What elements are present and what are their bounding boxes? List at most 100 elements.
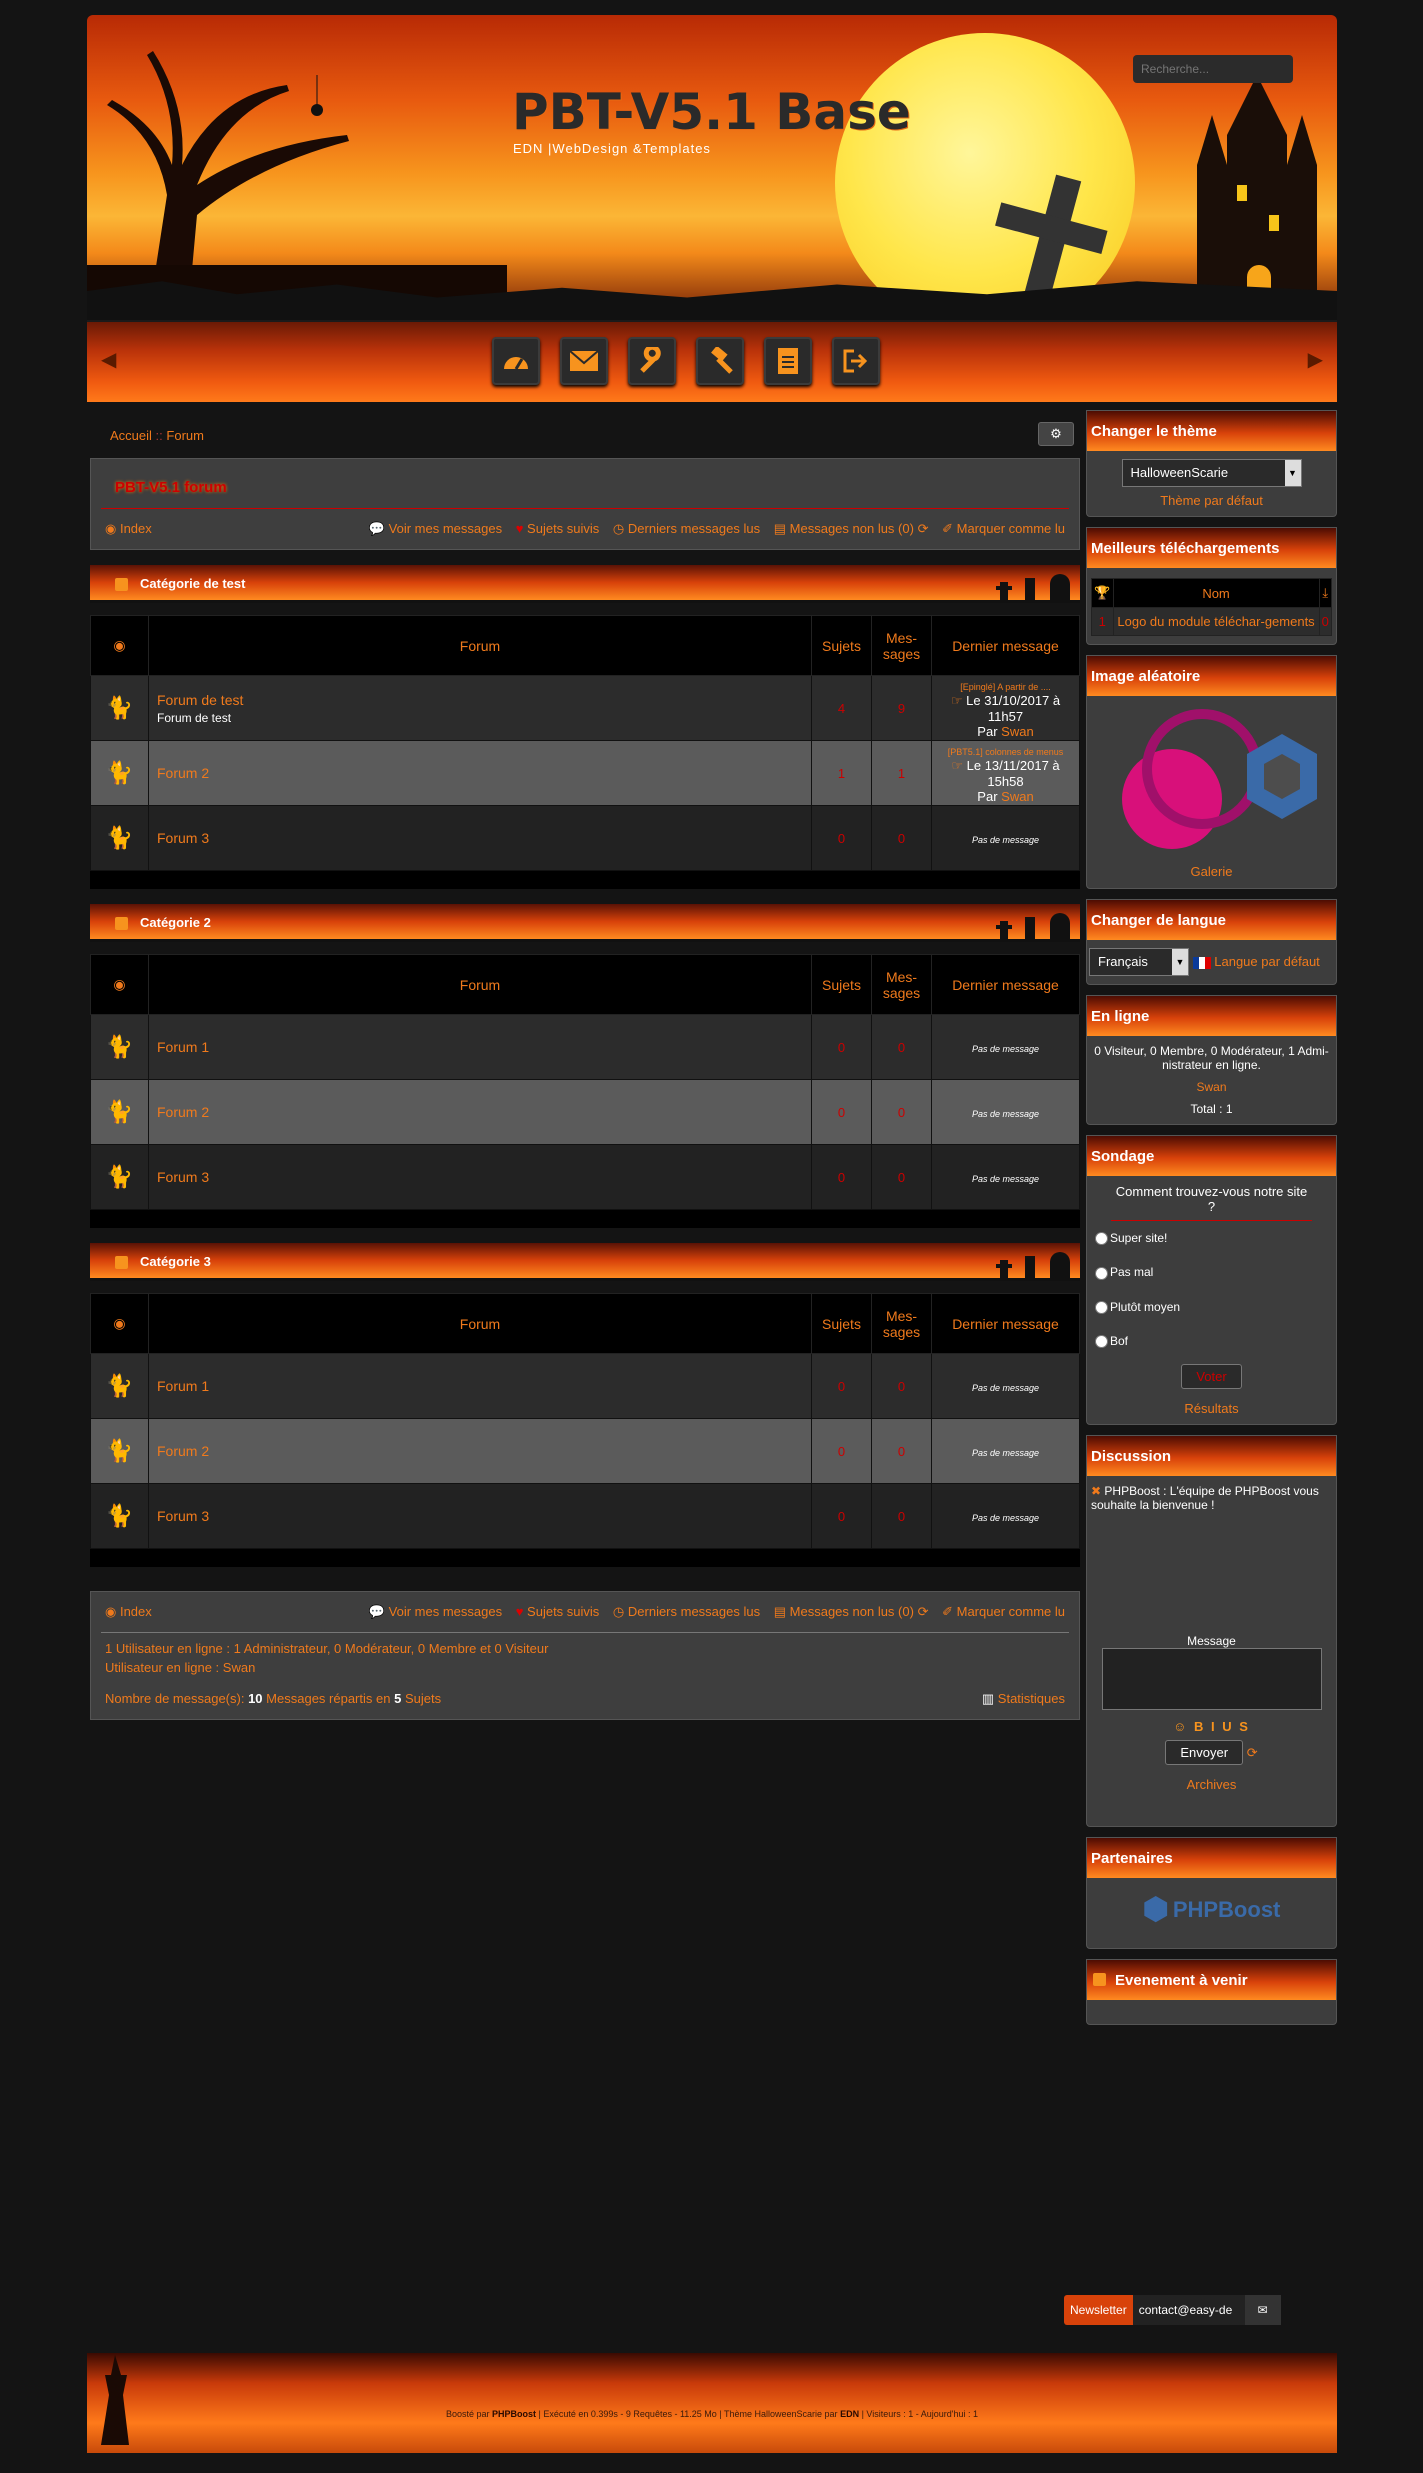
index-link-bottom[interactable]: ◉ Index <box>105 1604 152 1620</box>
poll-radio[interactable] <box>1095 1232 1108 1246</box>
heart-icon: ♥ <box>515 1604 524 1619</box>
newsletter-email-input[interactable]: contact@easy-de <box>1132 2295 1245 2325</box>
rss-icon[interactable] <box>1093 1973 1106 1987</box>
graves-decoration <box>996 574 1070 600</box>
menu-dashboard-button[interactable] <box>492 337 540 385</box>
site-footer: Boosté par PHPBoost | Exécuté en 0.399s … <box>87 2353 1337 2453</box>
forum-row[interactable]: 🐈 Forum 3 0 0 Pas de message <box>90 1144 1080 1210</box>
last-message-cell: [Epinglé] A partir de .... ☞ Le 31/10/201… <box>931 675 1080 741</box>
poll-option[interactable]: Pas mal <box>1091 1255 1332 1289</box>
poll-option[interactable]: Super site! <box>1091 1221 1332 1255</box>
menu-logout-button[interactable] <box>832 337 880 385</box>
mark-read-link[interactable]: ✐ Marquer comme lu <box>942 521 1065 536</box>
prev-arrow-icon[interactable]: ◀ <box>101 347 116 372</box>
online-summary: 1 Utilisateur en ligne : 1 Administrateu… <box>105 1641 549 1656</box>
unread-link[interactable]: ▤ Messages non lus (0) ⟳ <box>774 1604 929 1619</box>
last-read-link[interactable]: ◷ Derniers messages lus <box>613 521 760 536</box>
forum-row[interactable]: 🐈 Forum 1 0 0 Pas de message <box>90 1014 1080 1080</box>
online-total: Total : 1 <box>1190 1102 1233 1116</box>
category-name: Catégorie 2 <box>140 915 211 930</box>
forum-name-link[interactable]: Forum 3 <box>157 830 209 846</box>
downloads-module-body: 🏆 Nom ⤓ 1 Logo du module téléchar-gements 0 <box>1087 568 1336 644</box>
forum-row[interactable]: 🐈 Forum de test Forum de test 4 9 [Epinglé] A… <box>90 675 1080 741</box>
search-input[interactable] <box>1133 55 1293 83</box>
forum-name-link[interactable]: Forum 2 <box>157 765 209 781</box>
forum-name-link[interactable]: Forum 3 <box>157 1508 209 1524</box>
index-link[interactable]: ◉ Index <box>105 521 152 537</box>
language-select[interactable]: Français ▼ <box>1089 948 1189 976</box>
unread-link[interactable]: ▤ Messages non lus (0) ⟳ <box>774 521 929 536</box>
forum-row[interactable]: 🐈 Forum 2 0 0 Pas de message <box>90 1079 1080 1145</box>
poll-radio[interactable] <box>1095 1300 1108 1314</box>
breadcrumb-current-link[interactable]: Forum <box>166 428 204 443</box>
last-user-link[interactable]: Swan <box>1001 789 1034 804</box>
default-language-link[interactable]: Langue par défaut <box>1214 954 1320 969</box>
vote-button[interactable]: Voter <box>1181 1364 1242 1390</box>
forum-row[interactable]: 🐈 Forum 3 0 0 Pas de message <box>90 805 1080 871</box>
online-module-header: En ligne <box>1087 996 1336 1036</box>
my-messages-link[interactable]: 💬 Voir mes messages <box>369 521 502 536</box>
last-topic-link[interactable]: [Epinglé] A partir de .... <box>960 682 1051 692</box>
poll-results-link[interactable]: Résultats <box>1184 1401 1238 1416</box>
last-topic-link[interactable]: [PBT5.1] colonnes de menus <box>948 747 1064 757</box>
download-count: 0 <box>1318 607 1333 636</box>
followed-topics-link[interactable]: ♥ Sujets suivis <box>516 1604 600 1619</box>
poll-option[interactable]: Bof <box>1091 1324 1332 1358</box>
chevron-down-icon: ▼ <box>1284 460 1301 486</box>
forum-row[interactable]: 🐈 Forum 2 1 1 [PBT5.1] colonnes de menus ☞ Le… <box>90 740 1080 806</box>
my-messages-link[interactable]: 💬 Voir mes messages <box>369 1604 502 1619</box>
cat-icon: 🐈 <box>90 1014 149 1080</box>
breadcrumb-separator: :: <box>155 428 163 443</box>
forum-table-header: ◉ Forum Sujets Mes-sages Dernier message <box>90 615 1080 676</box>
rss-icon[interactable] <box>115 578 128 591</box>
forum-settings-button[interactable]: ⚙ <box>1038 422 1074 446</box>
forum-name-link[interactable]: Forum 2 <box>157 1443 209 1459</box>
gallery-link[interactable]: Galerie <box>1191 864 1233 879</box>
chat-archives-link[interactable]: Archives <box>1187 1777 1237 1792</box>
random-image[interactable] <box>1092 704 1332 854</box>
footer-phpboost-link[interactable]: PHPBoost <box>492 2409 536 2419</box>
theme-select[interactable]: HalloweenScarie ▼ <box>1121 459 1302 487</box>
default-theme-link[interactable]: Thème par défaut <box>1160 493 1263 508</box>
chat-message-input[interactable] <box>1101 1648 1322 1711</box>
forum-row[interactable]: 🐈 Forum 1 0 0 Pas de message <box>90 1353 1080 1419</box>
poll-option[interactable]: Plutôt moyen <box>1091 1290 1332 1324</box>
topic-count: 0 <box>811 1483 872 1549</box>
forum-name-link[interactable]: Forum 3 <box>157 1169 209 1185</box>
poll-radio[interactable] <box>1095 1266 1108 1280</box>
forum-row[interactable]: 🐈 Forum 2 0 0 Pas de message <box>90 1418 1080 1484</box>
menu-admin-button[interactable] <box>628 337 676 385</box>
menu-messages-button[interactable] <box>560 337 608 385</box>
followed-topics-link[interactable]: ♥ Sujets suivis <box>516 521 600 536</box>
footer-edn-link[interactable]: EDN <box>840 2409 859 2419</box>
poll-radio[interactable] <box>1095 1335 1108 1349</box>
last-user-link[interactable]: Swan <box>1001 724 1034 739</box>
chat-send-button[interactable]: Envoyer <box>1165 1740 1244 1766</box>
partner-logo[interactable]: ⬢ PHPBoost <box>1143 1892 1281 1927</box>
last-message-cell: Pas de message <box>931 1079 1080 1145</box>
forum-name-link[interactable]: Forum 1 <box>157 1039 209 1055</box>
rss-icon[interactable] <box>115 1256 128 1269</box>
next-arrow-icon[interactable]: ▶ <box>1308 347 1323 372</box>
chat-format-toolbar[interactable]: ☺ B I U S <box>1087 1713 1336 1740</box>
breadcrumb-home-link[interactable]: Accueil <box>110 428 152 443</box>
message-count: 0 <box>871 805 932 871</box>
last-read-link[interactable]: ◷ Derniers messages lus <box>613 1604 760 1619</box>
menu-content-button[interactable] <box>764 337 812 385</box>
forum-table: ◉ Forum Sujets Mes-sages Dernier message 🐈 For… <box>90 954 1080 1210</box>
menu-moderation-button[interactable] <box>696 337 744 385</box>
rss-icon[interactable] <box>115 917 128 930</box>
close-icon[interactable]: ✖ <box>1091 1484 1101 1498</box>
newsletter-submit-button[interactable]: ✉ <box>1244 2295 1281 2325</box>
mark-read-link[interactable]: ✐ Marquer comme lu <box>942 1604 1065 1619</box>
forum-name-link[interactable]: Forum de test <box>157 692 243 708</box>
forum-row[interactable]: 🐈 Forum 3 0 0 Pas de message <box>90 1483 1080 1549</box>
refresh-icon[interactable]: ⟳ <box>1247 1745 1258 1760</box>
forum-name-link[interactable]: Forum 2 <box>157 1104 209 1120</box>
download-name-link[interactable]: Logo du module téléchar-gements <box>1117 614 1314 629</box>
online-user-link[interactable]: Swan <box>223 1660 256 1675</box>
random-image-module: Image aléatoire Galerie <box>1086 655 1337 889</box>
statistics-link[interactable]: ▥ Statistiques <box>982 1691 1065 1707</box>
forum-name-link[interactable]: Forum 1 <box>157 1378 209 1394</box>
online-user-link[interactable]: Swan <box>1196 1080 1226 1094</box>
